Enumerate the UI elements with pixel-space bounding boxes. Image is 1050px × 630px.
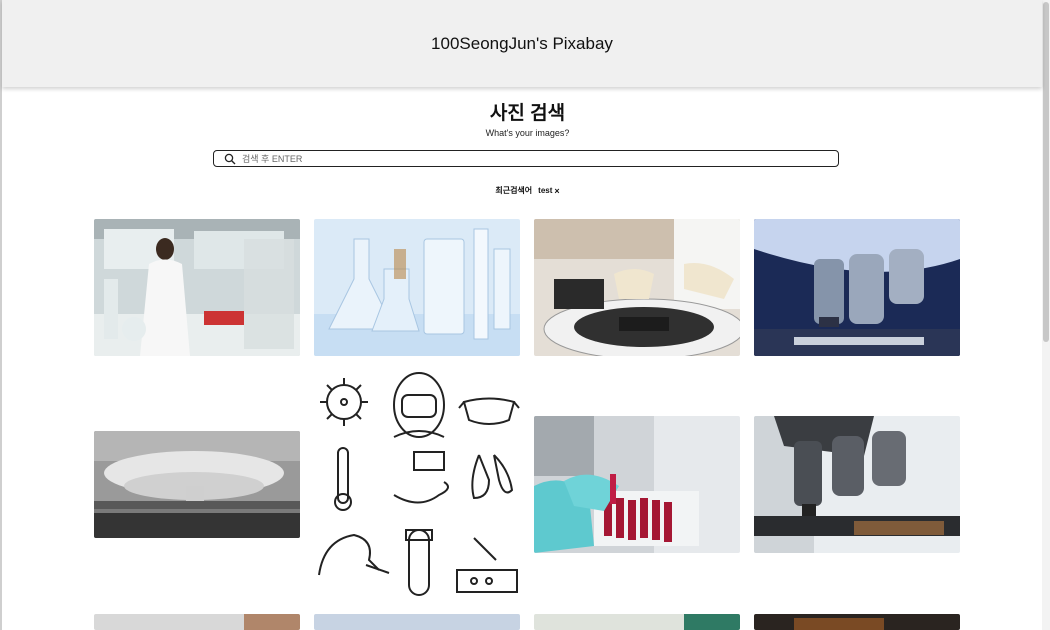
page-subtitle: What's your images? <box>485 128 570 138</box>
app-title: 100SeongJun's Pixabay <box>431 33 613 53</box>
search-icon <box>224 153 236 164</box>
centrifuge-image <box>534 219 740 356</box>
page-title: 사진 검색 <box>489 103 566 124</box>
image-tile-centrifuge[interactable] <box>534 219 740 356</box>
recent-search-term[interactable]: test <box>538 186 552 195</box>
recent-search-chip[interactable]: test × <box>538 186 560 196</box>
app-header: 100SeongJun's Pixabay <box>2 0 1042 87</box>
recent-searches: 최근검색어 test × <box>0 185 1050 196</box>
test-tubes-image <box>534 416 740 553</box>
search-box[interactable] <box>213 150 839 167</box>
glassware-image <box>314 219 520 356</box>
image-tile-row3-1[interactable] <box>94 614 300 630</box>
image-tile-lab-glassware[interactable] <box>314 219 520 356</box>
microscope-image <box>754 219 960 356</box>
close-icon[interactable]: × <box>554 186 559 196</box>
explosion-image <box>94 431 300 538</box>
search-input[interactable] <box>242 152 838 165</box>
doodles-image <box>314 370 520 600</box>
image-tile-covid-doodles[interactable] <box>314 370 520 600</box>
image-tile-row3-2[interactable] <box>314 614 520 630</box>
image-tile-row3-4[interactable] <box>754 614 960 630</box>
image-tile-blood-samples[interactable] <box>534 416 740 553</box>
microscope-image <box>754 416 960 553</box>
image-tile-lab-researcher[interactable] <box>94 219 300 356</box>
laboratory-image <box>94 219 300 356</box>
image-tile-microscope-blue[interactable] <box>754 219 960 356</box>
page-scrollbar[interactable] <box>1042 0 1050 630</box>
image-tile-microscope-grey[interactable] <box>754 416 960 553</box>
recent-searches-label: 최근검색어 <box>495 186 533 195</box>
image-tile-mushroom-cloud[interactable] <box>94 431 300 538</box>
image-tile-row3-3[interactable] <box>534 614 740 630</box>
window-edge <box>0 0 2 630</box>
scrollbar-thumb[interactable] <box>1043 2 1049 342</box>
